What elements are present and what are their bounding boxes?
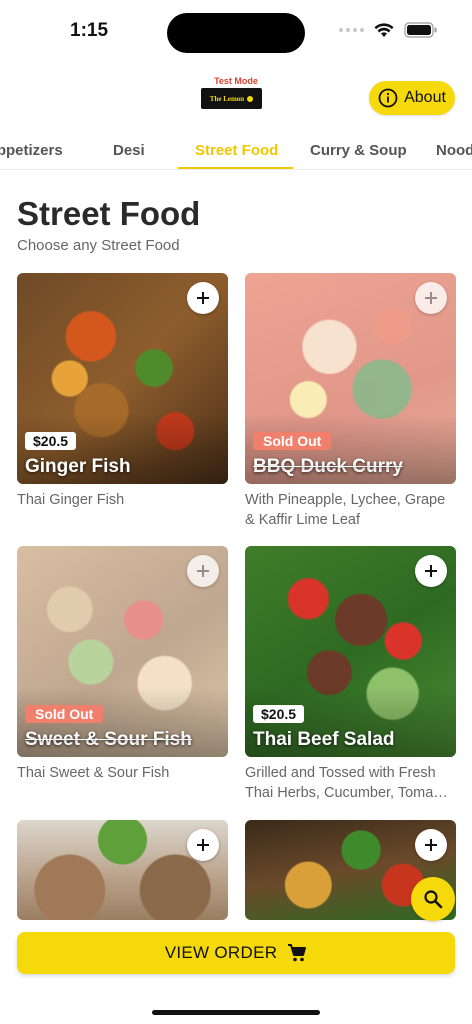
tab-appetizers[interactable]: Appetizers [0,142,63,159]
price-badge: $20.5 [25,432,77,450]
sold-out-badge: Sold Out [253,432,332,450]
search-button[interactable] [411,877,455,921]
status-time: 1:15 [70,20,109,41]
cart-icon [288,944,307,962]
menu-item-card[interactable]: $20.5 Thai Beef Salad Grilled and Tossed… [245,546,456,803]
tab-curry-soup[interactable]: Curry & Soup [310,142,407,159]
menu-item-description: Thai Ginger Fish [17,492,125,508]
plus-icon [197,292,209,304]
add-item-button[interactable] [415,555,447,587]
menu-item-name: Thai Beef Salad [253,729,395,750]
status-icons [339,22,438,38]
menu-item-card[interactable] [17,820,228,920]
menu-item-card[interactable]: $20.5 Ginger Fish Thai Ginger Fish [17,273,228,510]
dynamic-island [167,13,305,53]
menu-item-image[interactable]: $20.5 Thai Beef Salad [245,546,456,757]
tab-noodles[interactable]: Noodles [436,142,472,159]
menu-item-name: Ginger Fish [25,456,131,477]
tab-desi[interactable]: Desi [113,142,145,159]
active-tab-indicator [178,167,293,169]
add-item-button[interactable] [187,829,219,861]
menu-item-image[interactable]: $20.5 Ginger Fish [17,273,228,484]
price-badge: $20.5 [253,705,305,723]
signal-icon [339,28,364,32]
add-item-button[interactable] [415,829,447,861]
menu-item-name: BBQ Duck Curry [253,456,403,477]
plus-icon [197,839,209,851]
view-order-label: VIEW ORDER [164,943,278,962]
battery-icon [404,22,437,38]
status-bar: 1:15 [0,0,472,64]
logo-mark-icon [247,95,254,102]
menu-item-card[interactable]: Sold Out BBQ Duck Curry With Pineapple, … [245,273,456,530]
app-header: Test Mode The Lemon About [0,64,472,130]
section-title: Street Food [17,195,201,232]
wifi-icon [374,22,394,37]
home-indicator [152,1010,320,1015]
menu-item-image[interactable] [17,820,228,920]
logo-text: The Lemon [209,94,245,103]
add-item-button[interactable] [187,282,219,314]
sold-out-badge: Sold Out [25,705,104,723]
search-icon [424,890,443,909]
menu-item-image[interactable]: Sold Out BBQ Duck Curry [245,273,456,484]
info-icon [378,88,398,108]
plus-icon [425,292,437,304]
about-label: About [404,89,446,106]
brand-logo: The Lemon [201,88,262,109]
plus-icon [425,565,437,577]
tab-street-food[interactable]: Street Food [195,142,278,159]
category-tabs: Appetizers Desi Street Food Curry & Soup… [0,130,472,170]
add-item-button[interactable] [415,282,447,314]
menu-item-name: Sweet & Sour Fish [25,729,192,750]
plus-icon [425,839,437,851]
plus-icon [197,565,209,577]
menu-item-description: With Pineapple, Lychee, Grape & Kaffir L… [245,492,446,528]
menu-item-image[interactable]: Sold Out Sweet & Sour Fish [17,546,228,757]
menu-item-description: Thai Sweet & Sour Fish [17,765,170,781]
section-subtitle: Choose any Street Food [17,237,180,254]
add-item-button[interactable] [187,555,219,587]
menu-item-card[interactable]: Sold Out Sweet & Sour Fish Thai Sweet & … [17,546,228,783]
about-button[interactable]: About [369,81,455,115]
menu-item-description: Grilled and Tossed with Fresh Thai Herbs… [245,765,448,801]
view-order-button[interactable]: VIEW ORDER [17,932,455,974]
